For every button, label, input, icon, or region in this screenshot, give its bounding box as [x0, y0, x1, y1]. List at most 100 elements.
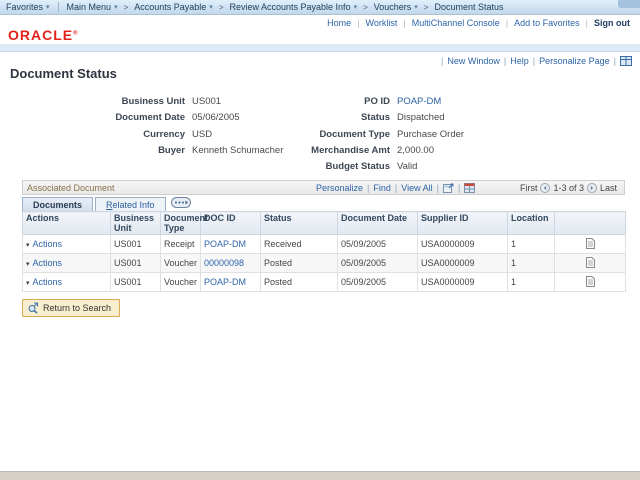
cell-document-type: Voucher: [161, 254, 201, 273]
return-to-search-button[interactable]: Return to Search: [22, 299, 120, 317]
col-document-type: Document Type: [161, 212, 201, 235]
cell-business-unit: US001: [111, 254, 161, 273]
table-header-row: Actions Business Unit Document Type DOC …: [23, 212, 626, 235]
field-label: Merchandise Amt: [252, 145, 390, 156]
field-currency: Currency USD: [25, 129, 212, 140]
return-to-search-icon: [27, 302, 43, 314]
tab-documents[interactable]: Documents: [22, 197, 93, 211]
col-view-document: [555, 212, 626, 235]
field-label: Currency: [25, 129, 185, 140]
breadcrumb-item-document-status: Document Status: [418, 2, 504, 12]
link-separator: |: [458, 181, 460, 195]
field-budget-status: Budget Status Valid: [252, 161, 417, 172]
cell-supplier-id: USA0000009: [418, 273, 508, 292]
download-grid-icon[interactable]: [464, 183, 475, 193]
po-id-link[interactable]: POAP-DM: [397, 96, 441, 107]
show-all-columns-icon[interactable]: [171, 197, 191, 210]
field-label: Document Type: [252, 129, 390, 140]
header-divider-bar: [0, 44, 640, 52]
next-page-icon[interactable]: [587, 183, 597, 193]
breadcrumb-item-accounts-payable[interactable]: Accounts Payable ▾: [118, 2, 213, 12]
cell-location: 1: [508, 273, 555, 292]
field-value: Purchase Order: [397, 129, 464, 140]
field-value: 2,000.00: [397, 145, 434, 156]
actions-dropdown-icon: ▾: [26, 261, 30, 268]
actions-link[interactable]: Actions: [33, 277, 63, 287]
field-label: Document Date: [25, 112, 185, 123]
field-buyer: Buyer Kenneth Schumacher: [25, 145, 283, 156]
sign-out-link[interactable]: Sign out: [594, 18, 630, 28]
cell-document-date: 05/09/2005: [338, 254, 418, 273]
breadcrumb-divider: [58, 2, 59, 12]
window-bottom-strip: [0, 471, 640, 480]
grid-pagination: First 1-3 of 3 Last: [517, 181, 620, 195]
link-separator: |: [614, 56, 616, 66]
worklist-link[interactable]: Worklist: [366, 18, 398, 28]
link-separator: |: [357, 18, 359, 28]
breadcrumb-label: Accounts Payable: [134, 2, 206, 12]
tab-label: elated Info: [113, 200, 155, 210]
table-row: ▾Actions US001 Receipt POAP-DM Received …: [23, 235, 626, 254]
new-window-link[interactable]: New Window: [447, 56, 500, 66]
col-business-unit: Business Unit: [111, 212, 161, 235]
doc-id-link[interactable]: 00000098: [204, 258, 244, 268]
associated-document-grid: Associated Document Personalize | Find |…: [22, 180, 625, 292]
doc-id-link[interactable]: POAP-DM: [204, 277, 246, 287]
home-link[interactable]: Home: [327, 18, 351, 28]
view-all-link[interactable]: View All: [401, 181, 432, 195]
add-to-favorites-link[interactable]: Add to Favorites: [514, 18, 580, 28]
field-label: Status: [252, 112, 390, 123]
layout-grid-icon[interactable]: [620, 56, 632, 66]
table-row: ▾Actions US001 Voucher POAP-DM Posted 05…: [23, 273, 626, 292]
zoom-window-icon[interactable]: [443, 183, 454, 193]
grid-header-bar: Associated Document Personalize | Find |…: [22, 180, 625, 195]
view-document-icon[interactable]: [586, 260, 595, 270]
grid-toolbar: Personalize | Find | View All | |: [316, 181, 475, 195]
actions-link[interactable]: Actions: [33, 239, 63, 249]
breadcrumb-item-review-ap-info[interactable]: Review Accounts Payable Info ▾: [213, 2, 357, 12]
actions-link[interactable]: Actions: [33, 258, 63, 268]
cell-supplier-id: USA0000009: [418, 235, 508, 254]
grid-title: Associated Document: [27, 181, 115, 195]
breadcrumb-label: Vouchers: [374, 2, 412, 12]
page-action-links: | New Window | Help | Personalize Page |: [437, 56, 632, 66]
field-value: US001: [192, 96, 221, 107]
multichannel-console-link[interactable]: MultiChannel Console: [412, 18, 500, 28]
field-merchandise-amt: Merchandise Amt 2,000.00: [252, 145, 434, 156]
personalize-page-link[interactable]: Personalize Page: [539, 56, 610, 66]
cell-status: Posted: [261, 254, 338, 273]
last-page-link[interactable]: Last: [600, 181, 617, 195]
link-separator: |: [367, 181, 369, 195]
view-document-icon[interactable]: [586, 241, 595, 251]
link-separator: |: [437, 181, 439, 195]
table-row: ▾Actions US001 Voucher 00000098 Posted 0…: [23, 254, 626, 273]
breadcrumb-item-vouchers[interactable]: Vouchers ▾: [357, 2, 418, 12]
actions-dropdown-icon: ▾: [26, 280, 30, 287]
grid-tabs: Documents Related Info: [22, 196, 625, 211]
header: Home | Worklist | MultiChannel Console |…: [0, 16, 640, 44]
cell-location: 1: [508, 235, 555, 254]
help-link[interactable]: Help: [510, 56, 529, 66]
field-value: 05/06/2005: [192, 112, 240, 123]
field-label: PO ID: [252, 96, 390, 107]
cell-supplier-id: USA0000009: [418, 254, 508, 273]
cell-location: 1: [508, 254, 555, 273]
return-to-search-label: Return to Search: [43, 303, 111, 313]
favorites-menu[interactable]: Favorites ▾: [6, 2, 50, 12]
first-page-link[interactable]: First: [520, 181, 538, 195]
topbar-corner-decoration: [618, 0, 640, 8]
oracle-logo: ORACLE®: [8, 27, 79, 43]
link-separator: |: [395, 181, 397, 195]
tab-related-info[interactable]: Related Info: [95, 197, 166, 211]
cell-business-unit: US001: [111, 273, 161, 292]
chevron-down-icon: ▾: [46, 3, 50, 11]
view-document-icon[interactable]: [586, 279, 595, 289]
page-title: Document Status: [10, 66, 117, 81]
find-link[interactable]: Find: [373, 181, 391, 195]
personalize-link[interactable]: Personalize: [316, 181, 363, 195]
link-separator: |: [533, 56, 535, 66]
previous-page-icon[interactable]: [540, 183, 550, 193]
main-menu[interactable]: Main Menu ▾: [67, 2, 118, 12]
doc-id-link[interactable]: POAP-DM: [204, 239, 246, 249]
field-business-unit: Business Unit US001: [25, 96, 221, 107]
